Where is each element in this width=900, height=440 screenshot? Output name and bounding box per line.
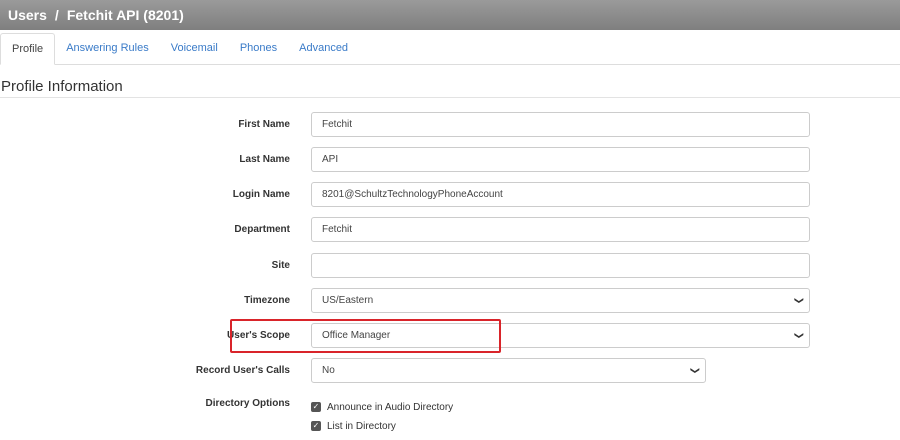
chevron-down-icon: ❯ (794, 296, 805, 305)
chevron-down-icon: ❯ (794, 331, 805, 340)
check-icon[interactable]: ✓ (311, 402, 321, 412)
tab-bar: Profile Answering Rules Voicemail Phones… (0, 33, 900, 65)
announce-directory-label: Announce in Audio Directory (327, 401, 454, 413)
check-icon[interactable]: ✓ (311, 421, 321, 431)
users-scope-label: User's Scope (227, 330, 290, 341)
directory-options-label: Directory Options (205, 398, 290, 409)
list-directory-option[interactable]: ✓ List in Directory (311, 418, 396, 434)
record-calls-row: Record User's Calls No ❯ (0, 358, 900, 384)
breadcrumb-separator: / (54, 7, 59, 23)
record-calls-select[interactable]: No ❯ (311, 358, 706, 383)
tab-answering-rules[interactable]: Answering Rules (55, 33, 160, 64)
department-label: Department (234, 224, 290, 235)
site-label: Site (271, 260, 290, 271)
page-title: Fetchit API (8201) (66, 7, 184, 23)
users-scope-value: Office Manager (322, 330, 391, 341)
first-name-label: First Name (238, 119, 290, 130)
announce-directory-option[interactable]: ✓ Announce in Audio Directory (311, 399, 453, 415)
login-name-row: Login Name 8201@SchultzTechnologyPhoneAc… (0, 182, 900, 208)
login-name-label: Login Name (232, 189, 290, 200)
last-name-row: Last Name API (0, 147, 900, 173)
timezone-row: Timezone US/Eastern ❯ (0, 288, 900, 314)
record-calls-value: No (322, 365, 335, 376)
page-header: Users / Fetchit API (8201) (0, 0, 900, 30)
department-row: Department Fetchit (0, 217, 900, 243)
first-name-field[interactable]: Fetchit (311, 112, 810, 137)
section-divider (0, 97, 900, 98)
timezone-select[interactable]: US/Eastern ❯ (311, 288, 810, 313)
list-directory-label: List in Directory (327, 420, 396, 432)
timezone-value: US/Eastern (322, 295, 374, 306)
last-name-label: Last Name (239, 154, 290, 165)
login-name-field[interactable]: 8201@SchultzTechnologyPhoneAccount (311, 182, 810, 207)
tab-voicemail[interactable]: Voicemail (160, 33, 229, 64)
site-row: Site (0, 253, 900, 279)
timezone-label: Timezone (244, 295, 290, 306)
tab-profile[interactable]: Profile (0, 33, 56, 65)
last-name-field[interactable]: API (311, 147, 810, 172)
site-field[interactable] (311, 253, 810, 278)
department-field[interactable]: Fetchit (311, 217, 810, 242)
users-scope-row: User's Scope Office Manager ❯ (0, 323, 900, 349)
record-calls-label: Record User's Calls (195, 365, 290, 376)
chevron-down-icon: ❯ (690, 366, 701, 375)
tab-phones[interactable]: Phones (229, 33, 288, 64)
tab-advanced[interactable]: Advanced (288, 33, 359, 64)
users-scope-select[interactable]: Office Manager ❯ (311, 323, 810, 348)
breadcrumb-users[interactable]: Users (8, 7, 47, 23)
first-name-row: First Name Fetchit (0, 112, 900, 138)
section-title: Profile Information (1, 78, 123, 95)
